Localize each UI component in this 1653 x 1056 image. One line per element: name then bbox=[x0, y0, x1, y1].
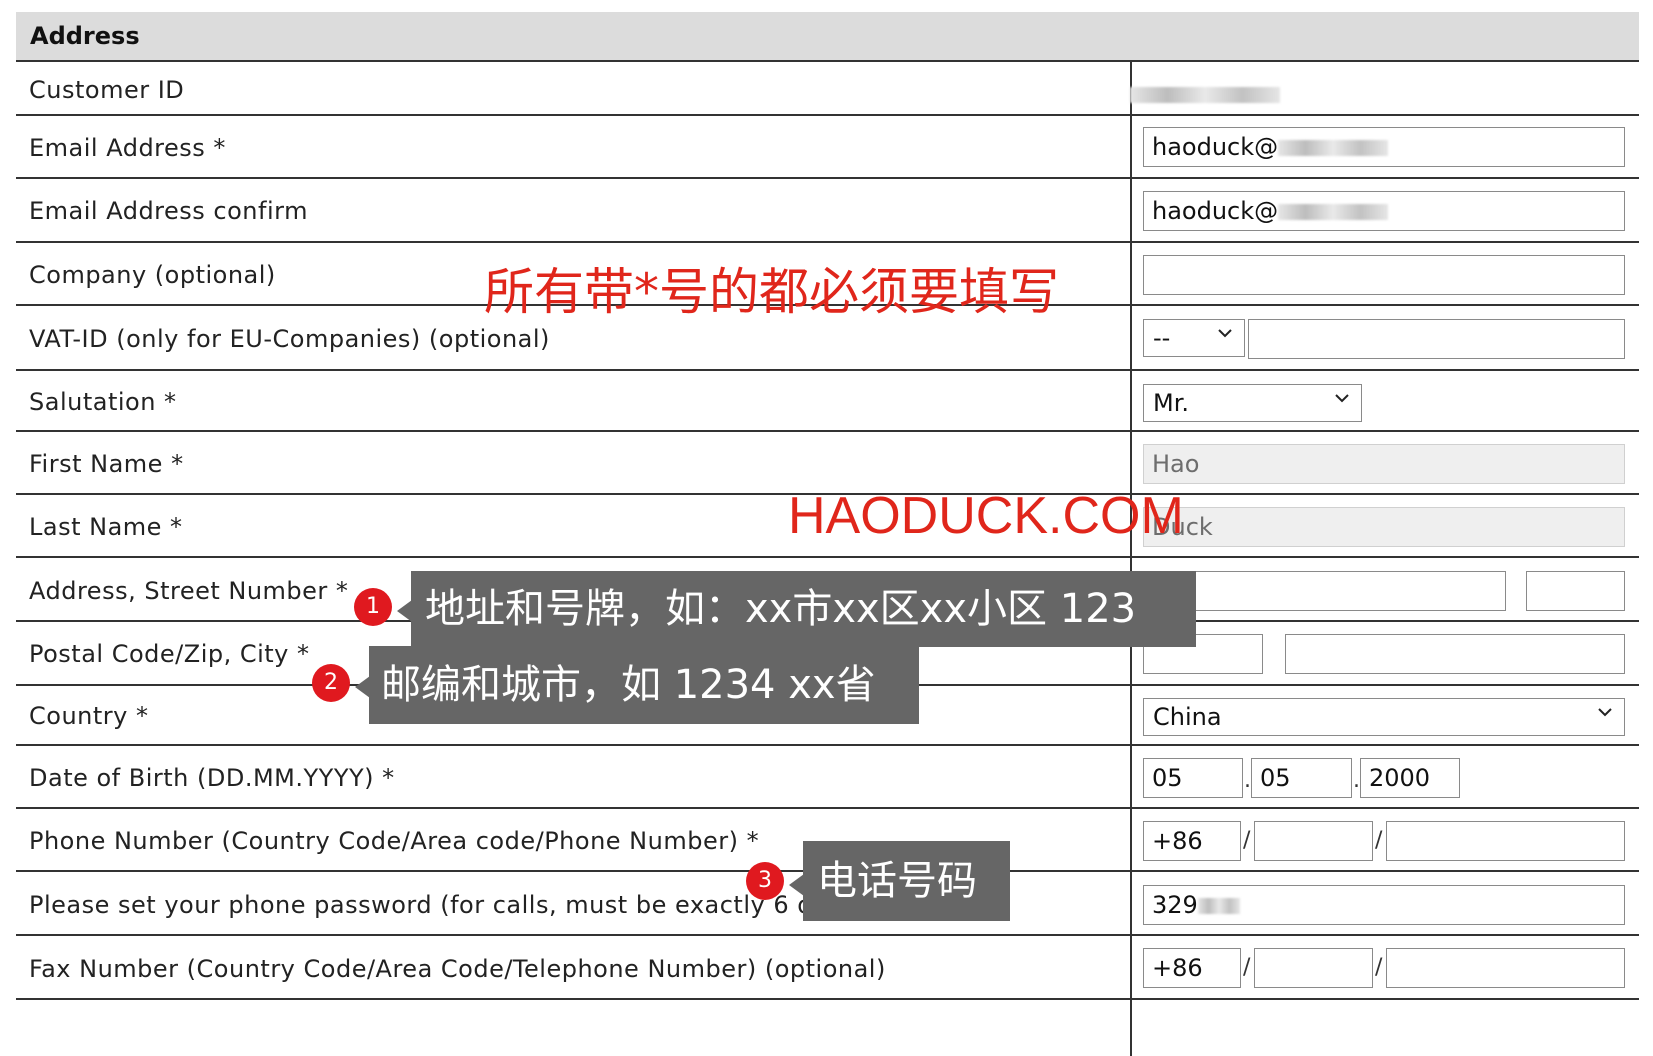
callout-pointer bbox=[789, 874, 804, 896]
email-value: haoduck@ bbox=[1152, 133, 1279, 161]
last-name-input[interactable]: Duck bbox=[1143, 507, 1625, 547]
section-title: Address bbox=[30, 22, 140, 50]
fax-label: Fax Number (Country Code/Area Code/Telep… bbox=[29, 955, 886, 983]
last-name-label: Last Name * bbox=[29, 513, 183, 541]
customer-id-label: Customer ID bbox=[29, 76, 185, 104]
dob-month-input[interactable]: 05 bbox=[1251, 758, 1352, 798]
first-name-input[interactable]: Hao bbox=[1143, 444, 1625, 484]
callout-pointer bbox=[355, 676, 370, 698]
row-divider bbox=[16, 556, 1639, 558]
phone-number-input[interactable] bbox=[1386, 821, 1625, 861]
callout-badge-3: 3 bbox=[746, 862, 784, 900]
customer-id-value bbox=[1130, 84, 1280, 103]
phone-label: Phone Number (Country Code/Area code/Pho… bbox=[29, 827, 760, 855]
required-fields-note: 所有带*号的都必须要填写 bbox=[484, 263, 1059, 321]
callout-pointer bbox=[397, 600, 412, 622]
row-divider bbox=[16, 430, 1639, 432]
salutation-label: Salutation * bbox=[29, 388, 177, 416]
country-label: Country * bbox=[29, 702, 149, 730]
fax-country-input[interactable]: +86 bbox=[1143, 948, 1241, 988]
fax-separator: / bbox=[1375, 955, 1383, 980]
dob-separator: . bbox=[1353, 768, 1360, 793]
country-value: China bbox=[1153, 703, 1222, 731]
phone-password-input[interactable]: 329 bbox=[1143, 885, 1625, 925]
chevron-down-icon bbox=[1598, 708, 1612, 717]
postal-city-label: Postal Code/Zip, City * bbox=[29, 640, 310, 668]
fax-separator: / bbox=[1243, 955, 1251, 980]
redaction-blur bbox=[1197, 898, 1240, 914]
email-confirm-input[interactable]: haoduck@ bbox=[1143, 191, 1625, 231]
phone-area-input[interactable] bbox=[1254, 821, 1373, 861]
email-confirm-value: haoduck@ bbox=[1152, 197, 1279, 225]
country-select[interactable]: China bbox=[1143, 698, 1625, 736]
chevron-down-icon bbox=[1335, 394, 1349, 403]
email-input[interactable]: haoduck@ bbox=[1143, 127, 1625, 167]
row-divider bbox=[16, 241, 1639, 243]
salutation-select[interactable]: Mr. bbox=[1143, 384, 1362, 422]
vat-id-input[interactable] bbox=[1248, 319, 1625, 359]
row-divider bbox=[16, 369, 1639, 371]
first-name-label: First Name * bbox=[29, 450, 184, 478]
redaction-blur bbox=[1278, 204, 1389, 220]
salutation-value: Mr. bbox=[1153, 389, 1189, 417]
callout-address: 地址和号牌，如：xx市xx区xx小区 123 bbox=[411, 571, 1196, 647]
city-input[interactable] bbox=[1285, 634, 1625, 674]
vat-id-label: VAT-ID (only for EU-Companies) (optional… bbox=[29, 325, 550, 353]
vat-country-value: -- bbox=[1153, 324, 1171, 352]
callout-phone: 电话号码 bbox=[803, 841, 1010, 921]
street-number-input[interactable] bbox=[1526, 571, 1625, 611]
row-divider bbox=[16, 177, 1639, 179]
email-confirm-label: Email Address confirm bbox=[29, 197, 308, 225]
callout-badge-1: 1 bbox=[354, 588, 392, 626]
row-divider bbox=[16, 744, 1639, 746]
fax-number-input[interactable] bbox=[1386, 948, 1625, 988]
vat-country-select[interactable]: -- bbox=[1143, 319, 1245, 357]
dob-year-input[interactable]: 2000 bbox=[1360, 758, 1460, 798]
section-header: Address bbox=[16, 12, 1639, 62]
column-divider bbox=[1130, 62, 1132, 1056]
watermark: HAODUCK.COM bbox=[788, 487, 1184, 545]
row-divider bbox=[16, 998, 1639, 1000]
fax-area-input[interactable] bbox=[1254, 948, 1373, 988]
phone-separator: / bbox=[1243, 828, 1251, 853]
chevron-down-icon bbox=[1218, 329, 1232, 338]
email-label: Email Address * bbox=[29, 134, 226, 162]
callout-postal: 邮编和城市，如 1234 xx省 bbox=[369, 646, 919, 724]
phone-separator: / bbox=[1375, 828, 1383, 853]
redaction-blur bbox=[1278, 140, 1389, 156]
dob-day-input[interactable]: 05 bbox=[1143, 758, 1243, 798]
redaction-blur bbox=[1130, 86, 1280, 103]
row-divider bbox=[16, 807, 1639, 809]
phone-country-input[interactable]: +86 bbox=[1143, 821, 1241, 861]
phone-password-value: 329 bbox=[1152, 891, 1198, 919]
street-label: Address, Street Number * bbox=[29, 577, 349, 605]
company-input[interactable] bbox=[1143, 255, 1625, 295]
callout-badge-2: 2 bbox=[312, 664, 350, 702]
dob-separator: . bbox=[1244, 768, 1251, 793]
company-label: Company (optional) bbox=[29, 261, 276, 289]
row-divider bbox=[16, 934, 1639, 936]
street-input[interactable] bbox=[1143, 571, 1506, 611]
row-divider bbox=[16, 114, 1639, 116]
dob-label: Date of Birth (DD.MM.YYYY) * bbox=[29, 764, 395, 792]
